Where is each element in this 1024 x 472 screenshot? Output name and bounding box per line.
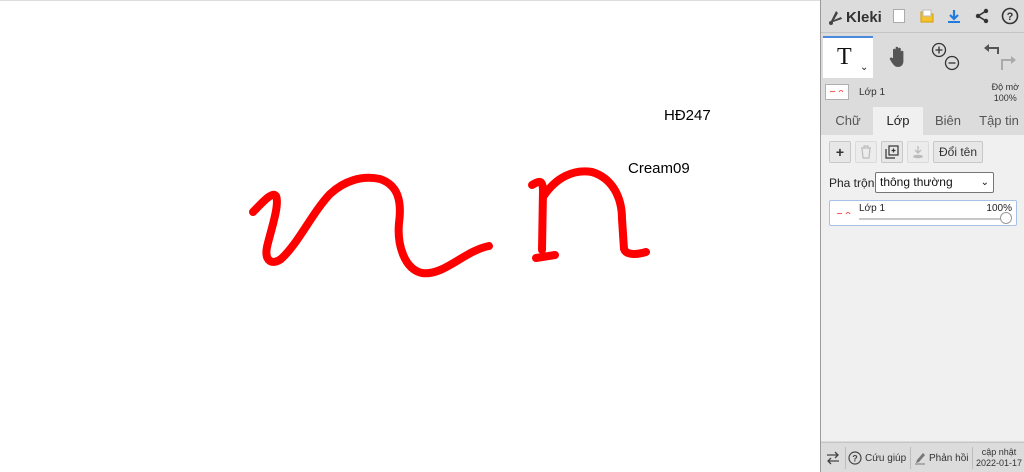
help-button[interactable]: ? Cứu giúp xyxy=(848,443,906,472)
undo-icon[interactable] xyxy=(984,44,999,54)
sidebar-footer: ? Cứu giúp Phản hồi cập nhật 2022-01-17 xyxy=(821,442,1024,472)
tool-row: T ⌄ xyxy=(821,36,1024,78)
panel-tabs: Chữ Lớp Biên tập Tập tin xyxy=(821,107,1024,156)
opacity-label: Độ mờ xyxy=(991,82,1019,92)
merge-down-button[interactable] xyxy=(907,141,929,163)
merge-down-icon xyxy=(913,146,923,159)
update-label: cập nhật xyxy=(981,447,1017,457)
zoom-in-icon[interactable] xyxy=(931,42,947,58)
rename-layer-button[interactable]: Đổi tên xyxy=(933,141,984,163)
chevron-down-icon: ⌄ xyxy=(860,62,869,73)
kleki-logo[interactable]: Kleki xyxy=(827,6,882,28)
pencil-icon xyxy=(915,453,925,465)
svg-text:?: ? xyxy=(852,454,858,464)
text-tool-button[interactable]: T ⌄ xyxy=(823,36,873,78)
question-icon: ? xyxy=(848,451,862,465)
duplicate-icon xyxy=(885,145,899,159)
tab-file[interactable]: Tập tin xyxy=(975,107,1023,135)
opacity-value: 100% xyxy=(993,93,1017,103)
layer-list-item[interactable]: Lớp 1 100% xyxy=(829,200,1017,226)
zoom-out-icon[interactable] xyxy=(944,55,960,71)
swap-arrows-icon xyxy=(827,451,839,465)
tab-edit[interactable]: Biên tập xyxy=(925,107,971,156)
delete-layer-button[interactable] xyxy=(855,141,877,163)
app-name: Kleki xyxy=(846,8,882,26)
open-folder-icon[interactable] xyxy=(917,6,937,26)
hand-tool-button[interactable] xyxy=(881,36,915,78)
redo-icon[interactable] xyxy=(1001,56,1016,70)
layer-name: Lớp 1 xyxy=(859,203,886,214)
svg-text:?: ? xyxy=(1007,11,1014,23)
current-layer-thumbnail xyxy=(825,84,849,100)
top-bar: Kleki ? xyxy=(821,0,1024,33)
blend-mode-select[interactable]: thông thường ⌄ xyxy=(875,172,994,193)
canvas-drawing xyxy=(249,167,650,278)
kleki-logo-icon xyxy=(829,11,842,25)
download-icon[interactable] xyxy=(944,6,964,26)
footer-divider xyxy=(845,447,846,469)
toggle-side-button[interactable] xyxy=(825,443,841,472)
sidebar: Kleki ? T ⌄ Lớp 1 Độ mờ 100% Chữ Lớp Biê… xyxy=(820,0,1024,472)
layer-opacity-slider-handle[interactable] xyxy=(1000,212,1012,224)
current-layer-name: Lớp 1 xyxy=(859,87,886,98)
share-icon[interactable] xyxy=(972,6,992,26)
feedback-label: Phản hồi xyxy=(929,452,969,464)
layer-opacity-slider-track[interactable] xyxy=(859,218,1004,220)
blend-mode-label: Pha trộn xyxy=(829,176,875,190)
undo-redo-controls xyxy=(979,36,1021,78)
duplicate-layer-button[interactable] xyxy=(881,141,903,163)
chevron-down-icon: ⌄ xyxy=(980,177,989,188)
drawing-canvas[interactable]: HĐ247 Cream09 xyxy=(0,0,820,472)
hand-icon xyxy=(889,46,904,67)
canvas-text-cream09: Cream09 xyxy=(628,160,690,177)
brush-stroke-wave xyxy=(249,173,493,278)
tab-layers[interactable]: Lớp xyxy=(873,107,923,135)
layers-panel: + Đổi tên Pha trộn thông thường ⌄ Lớp 1 … xyxy=(821,135,1024,441)
footer-divider xyxy=(910,447,911,469)
help-icon[interactable]: ? xyxy=(1000,6,1020,26)
brush-stroke-n-stem xyxy=(528,177,547,254)
update-date: 2022-01-17 xyxy=(975,458,1023,468)
brush-stroke-n-foot xyxy=(532,251,559,262)
current-layer-opacity: Độ mờ 100% xyxy=(992,82,1019,104)
add-layer-button[interactable]: + xyxy=(829,141,851,163)
blend-mode-value: thông thường xyxy=(880,175,953,189)
canvas-text-hd247: HĐ247 xyxy=(664,107,711,124)
update-info[interactable]: cập nhật 2022-01-17 xyxy=(975,443,1023,472)
brush-stroke-n-arch xyxy=(539,167,650,258)
layer-thumbnail xyxy=(833,207,855,221)
new-document-icon[interactable] xyxy=(889,6,909,26)
zoom-controls xyxy=(925,36,967,78)
trash-icon xyxy=(861,145,871,159)
current-layer-strip[interactable]: Lớp 1 Độ mờ 100% xyxy=(821,80,1024,106)
footer-divider xyxy=(972,447,973,469)
help-label: Cứu giúp xyxy=(865,452,907,464)
text-tool-label: T xyxy=(837,44,852,70)
tab-text[interactable]: Chữ xyxy=(825,107,871,135)
feedback-button[interactable]: Phản hồi xyxy=(914,443,968,472)
